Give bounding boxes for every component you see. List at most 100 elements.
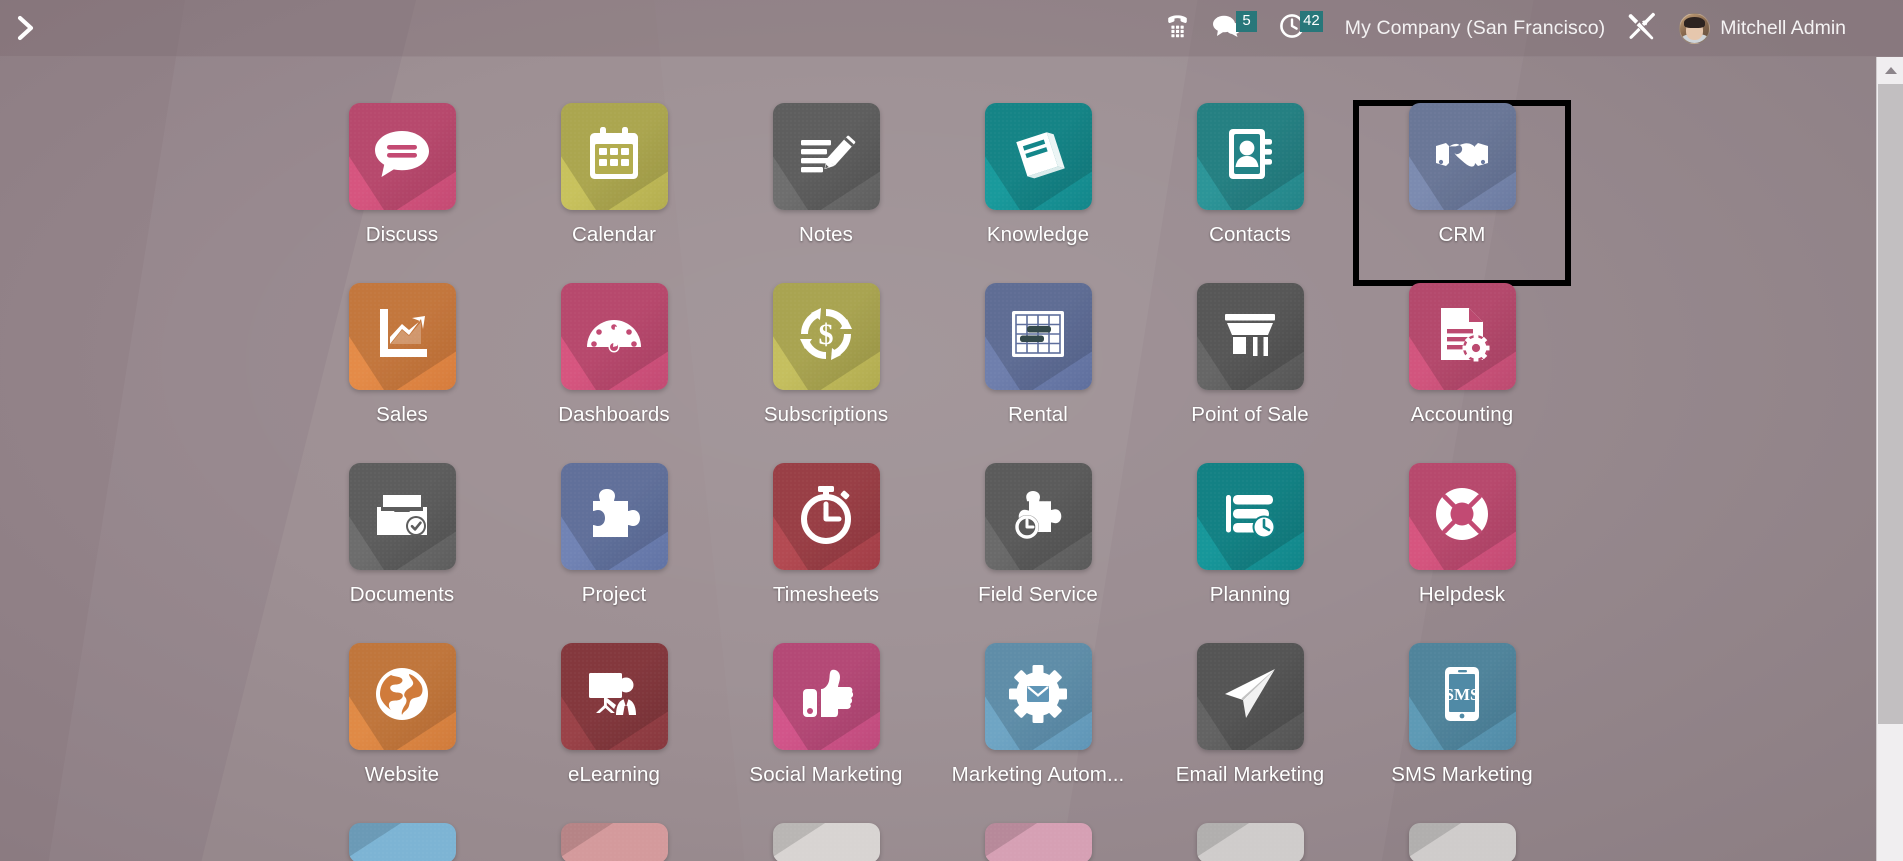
shop-icon — [1219, 303, 1281, 370]
rental-grid-icon — [1007, 303, 1069, 370]
app-label: Dashboards — [558, 403, 670, 426]
app-partial-0[interactable] — [296, 823, 508, 861]
app-label: Documents — [349, 583, 455, 606]
user-menu[interactable]: Mitchell Admin — [1668, 0, 1857, 56]
voip-button[interactable] — [1154, 0, 1201, 56]
apps-scroll-area: Discuss Calendar Notes Knowledge Contact… — [0, 57, 1876, 861]
app-helpdesk[interactable]: Helpdesk — [1356, 463, 1568, 643]
app-tile[interactable] — [560, 643, 668, 750]
bars-clock-icon — [1219, 483, 1281, 550]
app-label: CRM — [1438, 223, 1486, 246]
app-field-service[interactable]: Field Service — [932, 463, 1144, 643]
scrollbar-up-arrow[interactable] — [1877, 57, 1903, 84]
app-sales[interactable]: Sales — [296, 283, 508, 463]
app-partial-5[interactable] — [1356, 823, 1568, 861]
app-tile[interactable] — [984, 463, 1092, 570]
messages-count-badge: 5 — [1236, 11, 1258, 32]
app-partial-4[interactable] — [1144, 823, 1356, 861]
app-tile[interactable] — [560, 463, 668, 570]
app-label: Planning — [1209, 583, 1291, 606]
app-label: Notes — [798, 223, 854, 246]
app-tile[interactable] — [772, 463, 880, 570]
app-knowledge[interactable]: Knowledge — [932, 103, 1144, 283]
apps-menu-toggle[interactable] — [6, 7, 48, 49]
app-crm[interactable]: CRM — [1353, 100, 1571, 286]
app-label: Field Service — [978, 583, 1098, 606]
app-tile[interactable] — [348, 103, 456, 210]
app-accounting[interactable]: Accounting — [1356, 283, 1568, 463]
app-rental[interactable]: Rental — [932, 283, 1144, 463]
app-tile[interactable] — [560, 823, 668, 861]
app-tile[interactable] — [1196, 643, 1304, 750]
app-timesheets[interactable]: Timesheets — [720, 463, 932, 643]
app-marketing-autom[interactable]: Marketing Autom... — [932, 643, 1144, 823]
app-tile[interactable] — [772, 103, 880, 210]
app-partial-2[interactable] — [720, 823, 932, 861]
app-label: Rental — [1008, 403, 1068, 426]
app-notes[interactable]: Notes — [720, 103, 932, 283]
app-subscriptions[interactable]: $ Subscriptions — [720, 283, 932, 463]
vertical-scrollbar[interactable] — [1876, 57, 1903, 861]
app-tile[interactable] — [1196, 103, 1304, 210]
app-tile[interactable]: SMS — [1408, 643, 1516, 750]
app-tile[interactable] — [348, 283, 456, 390]
settings-button[interactable] — [1616, 0, 1668, 56]
scrollbar-thumb[interactable] — [1878, 84, 1903, 724]
app-documents[interactable]: Documents — [296, 463, 508, 643]
gauge-icon — [583, 303, 645, 370]
apps-grid: Discuss Calendar Notes Knowledge Contact… — [0, 57, 1876, 861]
paper-plane-icon — [1219, 663, 1281, 730]
app-label: Contacts — [1209, 223, 1291, 246]
app-tile[interactable] — [1408, 823, 1516, 861]
app-tile[interactable] — [348, 823, 456, 861]
app-website[interactable]: Website — [296, 643, 508, 823]
app-elearning[interactable]: eLearning — [508, 643, 720, 823]
messages-button[interactable]: 5 — [1201, 0, 1268, 56]
top-navbar: 5 42 My Company (San Francisco) Mitchell… — [0, 0, 1903, 57]
app-planning[interactable]: Planning — [1144, 463, 1356, 643]
activities-button[interactable]: 42 — [1268, 0, 1334, 56]
app-tile[interactable] — [772, 643, 880, 750]
app-contacts[interactable]: Contacts — [1144, 103, 1356, 283]
app-tile[interactable] — [984, 823, 1092, 861]
app-label: Knowledge — [986, 223, 1090, 246]
app-tile[interactable]: $ — [772, 283, 880, 390]
app-tile[interactable] — [1196, 463, 1304, 570]
app-project[interactable]: Project — [508, 463, 720, 643]
address-book-icon — [1219, 123, 1281, 190]
app-tile[interactable] — [560, 283, 668, 390]
app-email-marketing[interactable]: Email Marketing — [1144, 643, 1356, 823]
app-tile[interactable] — [1196, 283, 1304, 390]
app-sms-marketing[interactable]: SMS SMS Marketing — [1356, 643, 1568, 823]
app-tile[interactable] — [772, 823, 880, 861]
app-tile[interactable] — [348, 643, 456, 750]
stopwatch-icon — [795, 483, 857, 550]
app-tile[interactable] — [1408, 103, 1516, 210]
app-calendar[interactable]: Calendar — [508, 103, 720, 283]
app-tile[interactable] — [560, 103, 668, 210]
app-label: Helpdesk — [1418, 583, 1506, 606]
app-tile[interactable] — [1408, 463, 1516, 570]
app-tile[interactable] — [984, 103, 1092, 210]
activities-count-badge: 42 — [1300, 11, 1323, 32]
app-partial-1[interactable] — [508, 823, 720, 861]
app-tile[interactable] — [348, 463, 456, 570]
app-social-marketing[interactable]: Social Marketing — [720, 643, 932, 823]
app-point-of-sale[interactable]: Point of Sale — [1144, 283, 1356, 463]
app-discuss[interactable]: Discuss — [296, 103, 508, 283]
tools-icon — [1627, 11, 1657, 46]
app-partial-3[interactable] — [932, 823, 1144, 861]
app-tile[interactable] — [984, 283, 1092, 390]
handshake-icon — [1430, 122, 1494, 191]
app-label: eLearning — [567, 763, 661, 786]
app-tile[interactable] — [1196, 823, 1304, 861]
app-label: SMS Marketing — [1391, 763, 1533, 786]
app-dashboards[interactable]: Dashboards — [508, 283, 720, 463]
company-name-label: My Company (San Francisco) — [1344, 16, 1606, 39]
company-switcher[interactable]: My Company (San Francisco) — [1334, 0, 1617, 56]
navbar-right: 5 42 My Company (San Francisco) Mitchell… — [1154, 0, 1903, 56]
recurring-dollar-icon: $ — [795, 303, 857, 370]
avatar — [1679, 12, 1711, 44]
app-tile[interactable] — [1408, 283, 1516, 390]
app-tile[interactable] — [984, 643, 1092, 750]
